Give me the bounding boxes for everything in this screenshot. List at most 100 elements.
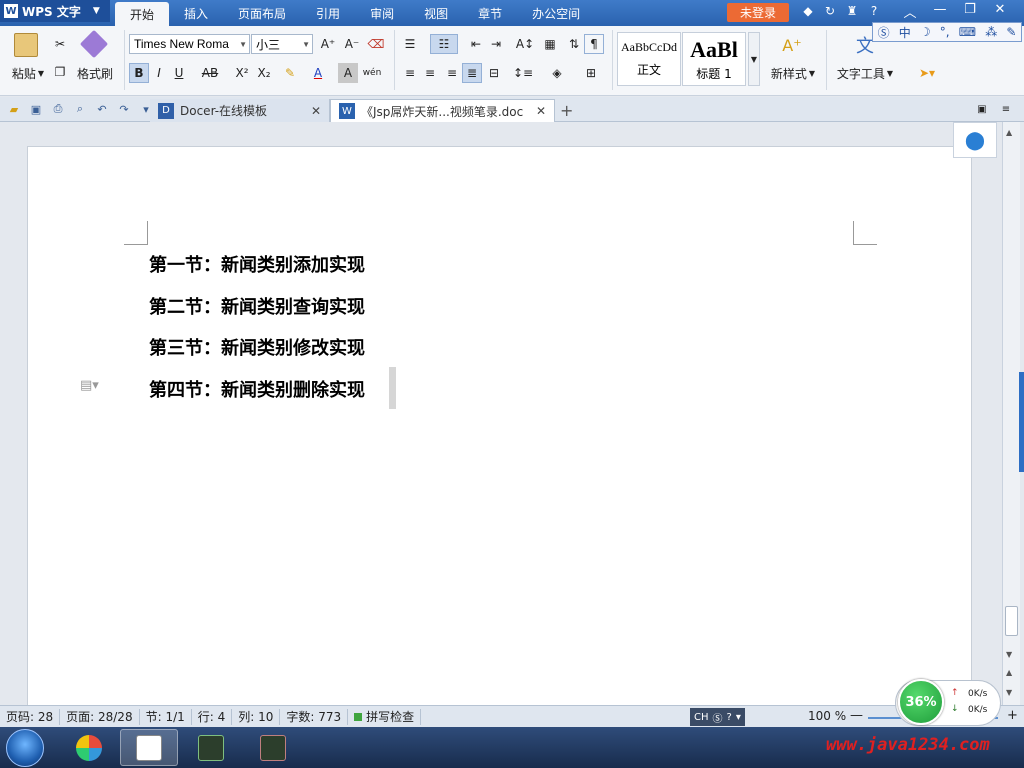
prev-page-icon[interactable]: ▲ bbox=[1006, 668, 1012, 677]
language-bar[interactable]: CH Ⓢ ? ▾ bbox=[690, 708, 745, 726]
tab-home[interactable]: 开始 bbox=[115, 2, 170, 26]
print-preview-icon[interactable]: ⌕ bbox=[72, 101, 88, 117]
open-folder-icon[interactable]: ▰ bbox=[6, 101, 22, 117]
tab-list-icon[interactable]: ▣ bbox=[974, 101, 990, 117]
align-right-icon[interactable]: ≡ bbox=[442, 63, 462, 83]
char-scale-icon[interactable]: A↕ bbox=[512, 34, 538, 54]
next-page-icon[interactable]: ▼ bbox=[1006, 688, 1012, 697]
new-style-icon[interactable]: A⁺ bbox=[778, 32, 806, 58]
text-tools-button[interactable]: 文字工具 ▼ bbox=[832, 64, 898, 82]
redo-icon[interactable]: ↷ bbox=[116, 101, 132, 117]
login-button[interactable]: 未登录 bbox=[727, 3, 789, 22]
char-shading-button[interactable]: A bbox=[338, 63, 358, 83]
copy-icon[interactable]: ❐ bbox=[50, 62, 70, 82]
location-pin-icon[interactable]: ⬤ bbox=[953, 122, 997, 158]
bold-button[interactable]: B bbox=[129, 63, 149, 83]
strikethrough-button[interactable]: AB bbox=[197, 63, 223, 83]
options-icon[interactable]: ▾ bbox=[736, 712, 741, 723]
taskbar-app-launcher[interactable] bbox=[60, 729, 118, 766]
skin-icon[interactable]: ◆ bbox=[800, 4, 816, 18]
close-icon[interactable]: ✕ bbox=[311, 104, 321, 118]
font-name-select[interactable]: Times New Roma ▼ bbox=[129, 34, 250, 54]
font-color-button[interactable]: A bbox=[308, 63, 328, 83]
tab-docer-templates[interactable]: D Docer-在线模板 ✕ bbox=[150, 99, 330, 122]
show-marks-icon[interactable]: ¶ bbox=[584, 34, 604, 54]
tab-view[interactable]: 视图 bbox=[409, 0, 463, 26]
ime-tools-icon[interactable]: ⁂ bbox=[985, 25, 997, 39]
tab-references[interactable]: 引用 bbox=[301, 0, 355, 26]
paste-icon[interactable] bbox=[10, 30, 42, 60]
vertical-scrollbar[interactable]: ▲ ▼ ▲ ▼ bbox=[1002, 122, 1020, 705]
heading-section-4[interactable]: 第四节：新闻类别删除实现 bbox=[149, 376, 365, 402]
bullet-list-icon[interactable]: ☰ bbox=[400, 34, 420, 54]
zoom-in-icon[interactable]: + bbox=[1007, 708, 1018, 723]
justify-icon[interactable]: ≣ bbox=[462, 63, 482, 83]
document-area[interactable]: 第一节：新闻类别添加实现 第二节：新闻类别查询实现 第三节：新闻类别修改实现 第… bbox=[0, 122, 1002, 705]
spell-check-toggle[interactable]: 拼写检查 bbox=[348, 708, 422, 725]
italic-button[interactable]: I bbox=[149, 63, 169, 83]
zoom-level[interactable]: 100 % bbox=[808, 709, 846, 723]
help-icon[interactable]: ? bbox=[727, 712, 732, 723]
sort-icon[interactable]: ⇅ bbox=[564, 34, 584, 54]
subscript-button[interactable]: X₂ bbox=[254, 63, 274, 83]
scroll-down-icon[interactable]: ▼ bbox=[1006, 650, 1012, 659]
close-button[interactable]: ✕ bbox=[985, 2, 1015, 21]
tab-office-space[interactable]: 办公空间 bbox=[517, 0, 595, 26]
heading-section-1[interactable]: 第一节：新闻类别添加实现 bbox=[149, 251, 365, 277]
line-spacing-icon[interactable]: ↕≡ bbox=[510, 63, 536, 83]
print-icon[interactable]: ⎙ bbox=[50, 101, 66, 117]
heading-section-3[interactable]: 第三节：新闻类别修改实现 bbox=[149, 334, 365, 360]
style-normal[interactable]: AaBbCcDd 正文 bbox=[617, 32, 681, 86]
format-painter-button[interactable]: 格式刷 bbox=[72, 64, 118, 82]
underline-button[interactable]: U bbox=[169, 63, 189, 83]
tab-page-layout[interactable]: 页面布局 bbox=[223, 0, 301, 26]
ime-chinese-toggle[interactable]: 中 bbox=[899, 24, 911, 41]
align-center-icon[interactable]: ≡ bbox=[420, 63, 440, 83]
style-heading-1[interactable]: AaBl 标题 1 bbox=[682, 32, 746, 86]
ime-logo-icon[interactable]: Ⓢ bbox=[713, 710, 723, 725]
paragraph-handle-icon[interactable]: ▤▾ bbox=[80, 378, 99, 393]
close-icon[interactable]: ✕ bbox=[536, 104, 546, 118]
format-painter-icon[interactable] bbox=[79, 29, 109, 59]
undo-icon[interactable]: ↶ bbox=[94, 101, 110, 117]
document-page[interactable]: 第一节：新闻类别添加实现 第二节：新闻类别查询实现 第三节：新闻类别修改实现 第… bbox=[27, 146, 972, 705]
cut-icon[interactable]: ✂ bbox=[50, 34, 70, 54]
select-pointer-icon[interactable]: ➤▾ bbox=[912, 64, 942, 82]
taskbar-terminal-1[interactable] bbox=[182, 729, 240, 766]
align-left-icon[interactable]: ≡ bbox=[400, 63, 420, 83]
ime-punct-toggle[interactable]: °, bbox=[940, 25, 950, 39]
help-icon[interactable]: ? bbox=[866, 4, 882, 18]
new-tab-button[interactable]: + bbox=[560, 101, 573, 120]
numbered-list-icon[interactable]: ☷ bbox=[430, 34, 458, 54]
network-speed-widget[interactable]: 36% ↑ 0K/s ↓ 0K/s bbox=[895, 679, 1001, 726]
decrease-indent-icon[interactable]: ⇤ bbox=[466, 34, 486, 54]
tab-menu-icon[interactable]: ≡ bbox=[998, 101, 1014, 117]
superscript-button[interactable]: X² bbox=[232, 63, 252, 83]
tab-current-document[interactable]: W 《Jsp屌炸天新...视频笔录.doc ✕ bbox=[330, 99, 555, 122]
scroll-up-icon[interactable]: ▲ bbox=[1006, 128, 1012, 137]
minimize-button[interactable]: — bbox=[925, 2, 955, 21]
tab-insert[interactable]: 插入 bbox=[169, 0, 223, 26]
increase-indent-icon[interactable]: ⇥ bbox=[486, 34, 506, 54]
shrink-font-button[interactable]: A⁻ bbox=[342, 34, 362, 54]
distribute-icon[interactable]: ⊟ bbox=[484, 63, 504, 83]
save-icon[interactable]: ▣ bbox=[28, 101, 44, 117]
start-button[interactable] bbox=[6, 729, 44, 767]
paste-button[interactable]: 粘贴 ▼ bbox=[6, 64, 50, 82]
restore-button[interactable]: ❐ bbox=[955, 2, 985, 21]
zoom-out-icon[interactable]: — bbox=[850, 708, 863, 723]
ime-logo-icon[interactable]: Ⓢ bbox=[878, 24, 890, 41]
font-size-select[interactable]: 小三 ▼ bbox=[251, 34, 313, 54]
taskbar-wps-writer[interactable] bbox=[120, 729, 178, 766]
style-gallery-scroll[interactable]: ▼ bbox=[748, 32, 760, 86]
refresh-icon[interactable]: ↻ bbox=[822, 4, 838, 18]
status-word-count[interactable]: 字数: 773 bbox=[280, 708, 349, 725]
collapse-ribbon-button[interactable]: ︿ bbox=[895, 2, 925, 21]
ime-keyboard-icon[interactable]: ⌨ bbox=[959, 25, 976, 39]
highlight-icon[interactable]: ✎ bbox=[280, 63, 300, 83]
clear-format-icon[interactable]: ⌫ bbox=[366, 34, 386, 54]
app-menu-button[interactable]: W WPS 文字 ▼ bbox=[0, 0, 110, 22]
shirt-icon[interactable]: ♜ bbox=[844, 4, 860, 18]
side-panel-toggle[interactable] bbox=[1019, 372, 1024, 472]
taskbar-terminal-2[interactable] bbox=[244, 729, 302, 766]
